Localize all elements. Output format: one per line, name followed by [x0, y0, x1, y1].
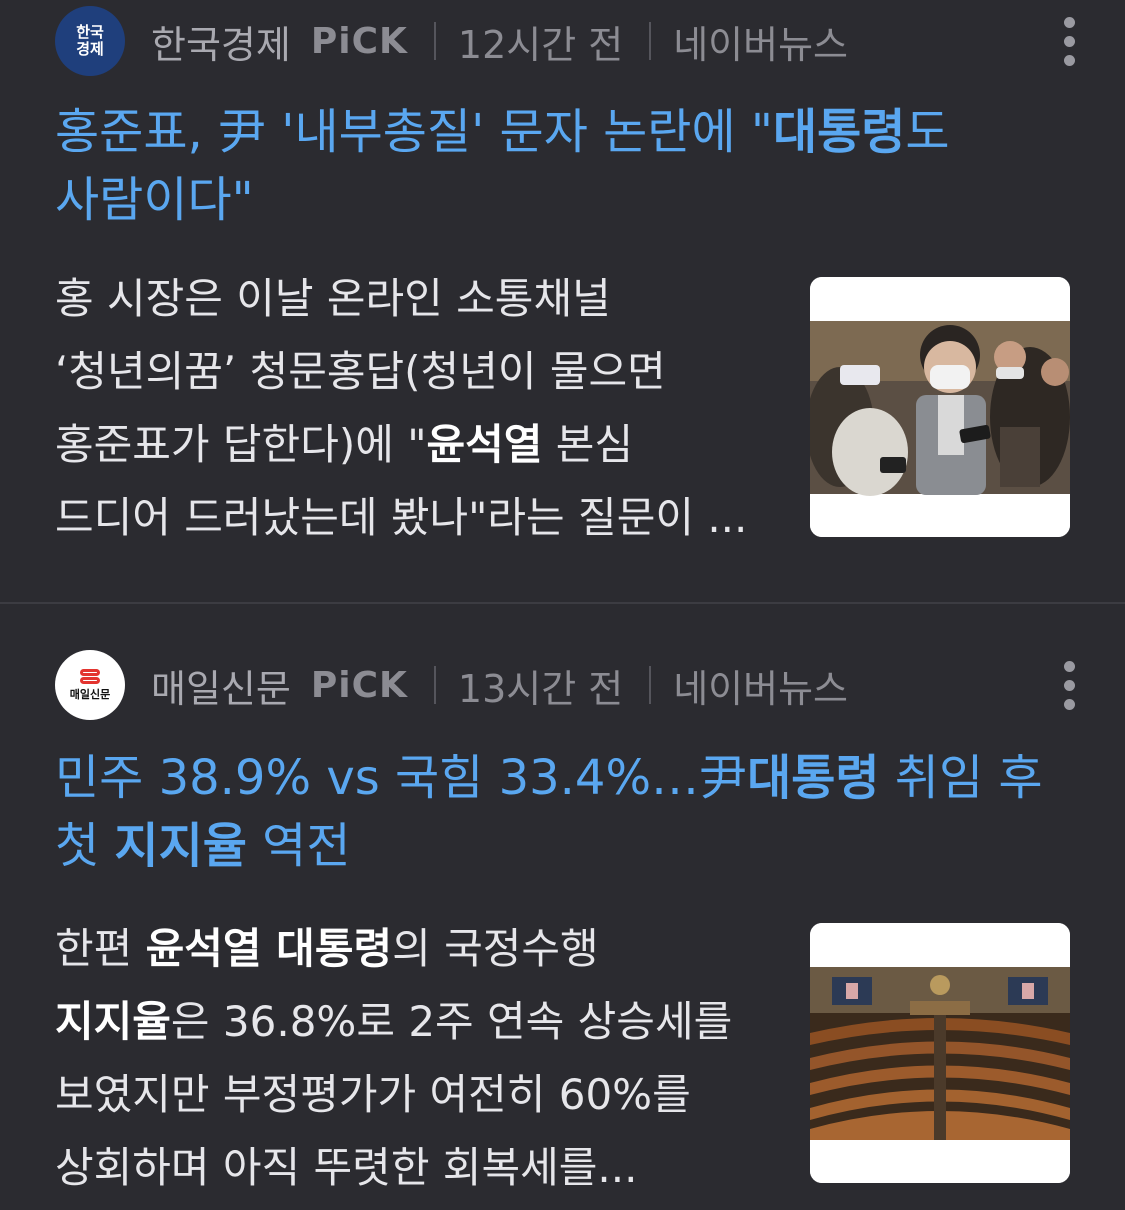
meta-divider — [433, 666, 436, 704]
summary-text: 의 국정수행 — [392, 924, 599, 973]
more-vertical-icon — [1063, 679, 1075, 691]
source-link[interactable]: 네이버뉴스 — [673, 658, 848, 713]
meta-divider — [649, 22, 652, 60]
more-options-button[interactable] — [1057, 650, 1081, 720]
summary-highlight: 지지율 — [55, 997, 171, 1046]
more-vertical-icon — [1063, 16, 1075, 28]
article-summary[interactable]: 홍 시장은 이날 온라인 소통채널 ‘청년의꿈’ 청문홍답(청년이 물으면 홍준… — [55, 262, 760, 554]
summary-text: 한편 — [55, 924, 146, 973]
more-vertical-icon — [1063, 54, 1075, 66]
article-thumbnail[interactable] — [810, 923, 1070, 1183]
article-headline[interactable]: 민주 38.9% vs 국힘 33.4%…尹대통령 취임 후 첫 지지율 역전 — [55, 744, 1085, 880]
meta-divider — [649, 666, 652, 704]
more-vertical-icon — [1063, 660, 1075, 672]
article-meta: 매일신문 매일신문 PiCK 13시간 전 네이버뉴스 — [55, 650, 848, 720]
more-options-button[interactable] — [1057, 6, 1081, 76]
more-vertical-icon — [1063, 35, 1075, 47]
headline-text: 홍준표, 尹 '내부총질' 문자 논란에 " — [55, 104, 773, 160]
meta-divider — [433, 22, 436, 60]
press-name[interactable]: 한국경제 — [151, 14, 291, 69]
news-card[interactable]: 매일신문 매일신문 PiCK 13시간 전 네이버뉴스 민주 38.9% vs … — [0, 604, 1125, 1210]
headline-highlight: 지지율 — [114, 818, 247, 874]
press-name[interactable]: 매일신문 — [151, 658, 291, 713]
press-logo-text: 경제 — [76, 40, 104, 58]
pick-badge: PiCK — [310, 664, 408, 706]
headline-highlight: 대통령 — [772, 104, 906, 160]
headline-text: 역전 — [246, 818, 351, 874]
source-link[interactable]: 네이버뉴스 — [673, 14, 848, 69]
press-logo-text: 한국 — [76, 23, 104, 41]
press-logo[interactable]: 매일신문 — [55, 650, 125, 720]
summary-highlight: 윤석열 — [426, 420, 543, 469]
more-vertical-icon — [1063, 698, 1075, 710]
press-logo-text: 매일신문 — [69, 688, 111, 701]
press-crowd-photo — [810, 277, 1070, 537]
national-assembly-photo — [810, 923, 1070, 1183]
press-logo[interactable]: 한국 경제 — [55, 6, 125, 76]
summary-highlight: 윤석열 대통령 — [145, 924, 393, 973]
headline-text: 민주 38.9% vs 국힘 33.4%…尹 — [55, 750, 748, 806]
article-headline[interactable]: 홍준표, 尹 '내부총질' 문자 논란에 "대통령도 사람이다" — [55, 98, 1085, 234]
article-thumbnail[interactable] — [810, 277, 1070, 537]
timestamp: 13시간 전 — [457, 666, 624, 711]
news-card[interactable]: 한국 경제 한국경제 PiCK 12시간 전 네이버뉴스 홍준표, 尹 '내부총… — [0, 0, 1125, 602]
pick-badge: PiCK — [310, 20, 408, 62]
maeil-logo-icon — [78, 669, 102, 685]
article-meta: 한국 경제 한국경제 PiCK 12시간 전 네이버뉴스 — [55, 6, 848, 76]
timestamp: 12시간 전 — [457, 22, 624, 67]
article-summary[interactable]: 한편 윤석열 대통령의 국정수행 지지율은 36.8%로 2주 연속 상승세를 … — [55, 912, 760, 1204]
headline-highlight: 대통령 — [747, 750, 880, 806]
